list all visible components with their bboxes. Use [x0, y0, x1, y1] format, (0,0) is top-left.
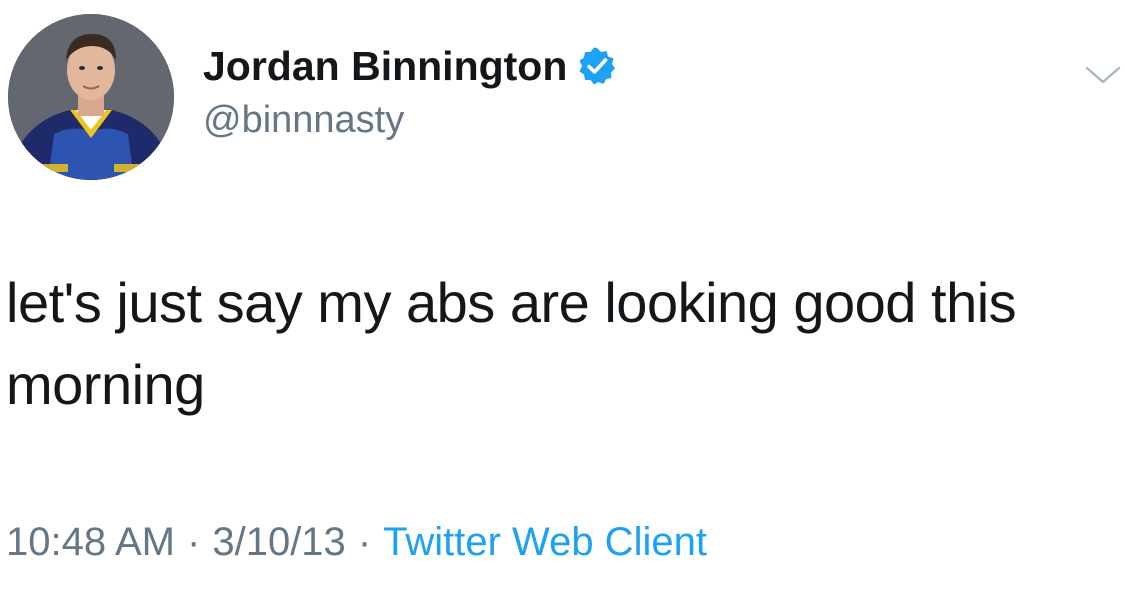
- avatar-photo: [8, 14, 174, 180]
- avatar[interactable]: [8, 14, 174, 180]
- tweet-meta: 10:48 AM · 3/10/13 · Twitter Web Client: [6, 520, 707, 565]
- verified-badge-icon: [577, 46, 617, 86]
- display-name[interactable]: Jordan Binnington: [203, 43, 567, 90]
- user-handle[interactable]: @binnnasty: [203, 99, 404, 142]
- tweet-source-link[interactable]: Twitter Web Client: [383, 520, 707, 564]
- tweet-date[interactable]: 3/10/13: [212, 520, 345, 564]
- tweet-time[interactable]: 10:48 AM: [6, 520, 175, 564]
- meta-separator: ·: [357, 520, 372, 564]
- meta-separator: ·: [187, 520, 201, 564]
- chevron-down-icon[interactable]: [1083, 60, 1123, 90]
- tweet-text: let's just say my abs are looking good t…: [6, 271, 1017, 416]
- tweet-card: Jordan Binnington @binnnasty let's just …: [0, 0, 1125, 606]
- name-row: Jordan Binnington: [203, 40, 617, 92]
